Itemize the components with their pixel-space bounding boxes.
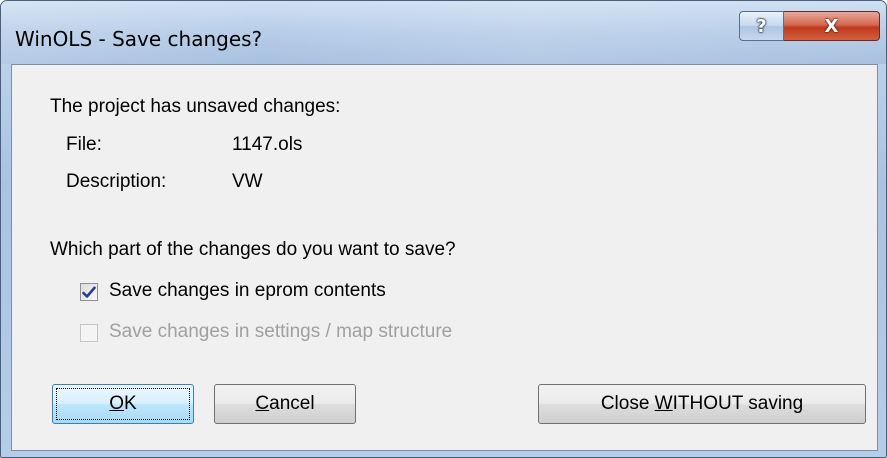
map-structure-checkbox [80, 324, 98, 342]
dialog-body: The project has unsaved changes: File: 1… [11, 64, 878, 451]
close-without-saving-button[interactable]: Close W ITHOUT saving [538, 384, 866, 424]
question-text: Which part of the changes do you want to… [50, 239, 456, 260]
file-label: File: [66, 134, 102, 155]
file-value: 1147.ols [232, 134, 303, 155]
description-value: VW [232, 171, 263, 192]
close-without-saving-mnemonic: W [654, 393, 673, 414]
cancel-mnemonic: C [255, 393, 270, 414]
close-window-button[interactable]: X [784, 11, 880, 41]
dialog-window: WinOLS - Save changes? ? X The project h… [0, 0, 887, 458]
check-mark-icon [82, 286, 96, 298]
cancel-label-rest: ancel [269, 393, 315, 414]
eprom-checkbox[interactable] [80, 283, 98, 301]
map-structure-checkbox-label: Save changes in settings / map structure [109, 321, 453, 342]
close-icon: X [824, 15, 839, 37]
window-title: WinOLS - Save changes? [15, 27, 263, 51]
focus-ring [56, 388, 190, 420]
intro-text: The project has unsaved changes: [50, 96, 341, 117]
close-without-saving-prefix: Close [600, 393, 655, 414]
close-without-saving-rest: ITHOUT saving [672, 393, 804, 414]
title-bar[interactable]: WinOLS - Save changes? ? X [1, 1, 886, 64]
ok-button[interactable]: OK [52, 384, 194, 424]
help-icon: ? [756, 15, 767, 37]
description-label: Description: [66, 171, 167, 192]
help-button[interactable]: ? [739, 11, 784, 41]
cancel-button[interactable]: Cancel [214, 384, 356, 424]
eprom-checkbox-label[interactable]: Save changes in eprom contents [109, 280, 386, 302]
